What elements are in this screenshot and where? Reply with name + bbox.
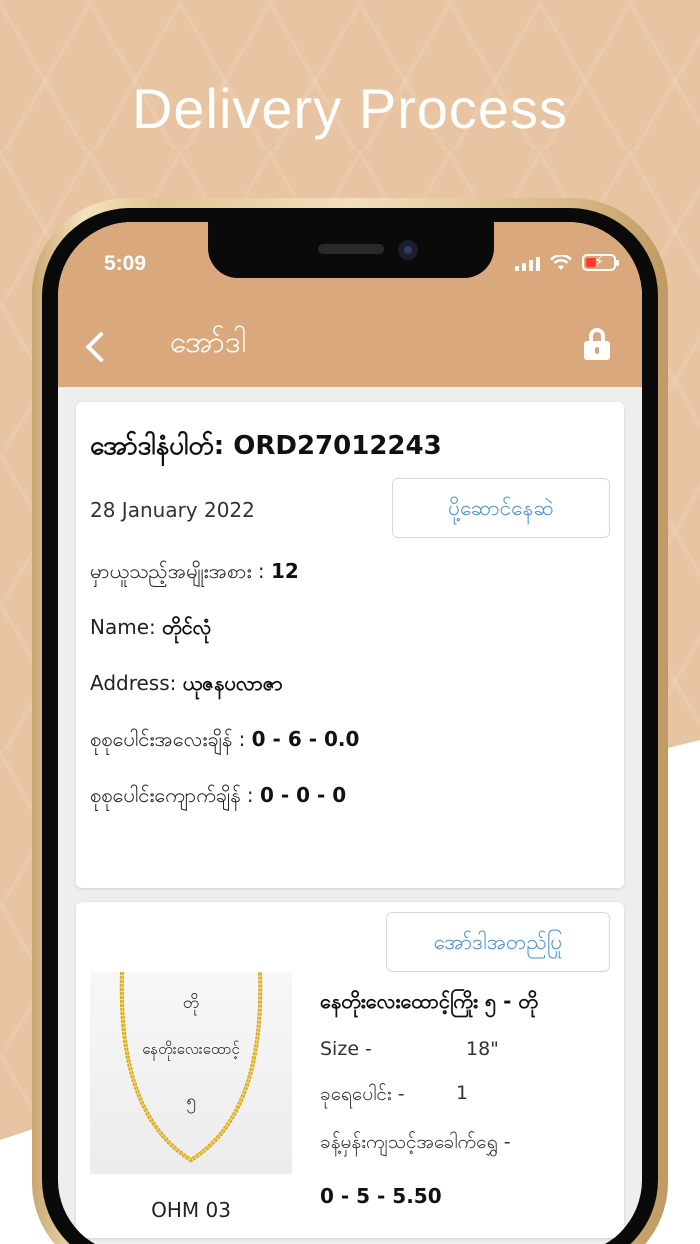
back-button[interactable] xyxy=(82,328,110,368)
item-count-value: 12 xyxy=(271,559,299,583)
total-weight-label: စုစုပေါင်းအလေးချိန် : xyxy=(90,727,246,751)
status-icons: ⚡ xyxy=(515,254,619,271)
order-summary-card[interactable]: အော်ဒါနံပါတ်: ORD27012243 28 January 202… xyxy=(76,402,624,888)
item-count-row: မှာယူသည့်အမျိုးအစား : 12 xyxy=(90,558,299,588)
image-caption-2: နေတိုးလေးထောင့် xyxy=(142,1040,240,1058)
phone-frame: 5:09 ⚡ အော်ဒါ အော်ဒါနံပါတ်: ORD27012243 … xyxy=(32,198,668,1244)
app-screen: 5:09 ⚡ အော်ဒါ အော်ဒါနံပါတ်: ORD27012243 … xyxy=(58,222,642,1244)
name-label: Name: xyxy=(90,615,156,639)
battery-icon: ⚡ xyxy=(582,254,619,271)
customer-name-row: Name: တိုင်လုံ xyxy=(90,614,211,644)
address-row: Address: ယုဇနပလာဇာ xyxy=(90,670,283,700)
total-weight-value: 0 - 6 - 0.0 xyxy=(251,727,360,751)
item-count-label: မှာယူသည့်အမျိုးအစား : xyxy=(90,559,265,583)
phone-bezel: 5:09 ⚡ အော်ဒါ အော်ဒါနံပါတ်: ORD27012243 … xyxy=(42,208,658,1244)
signal-icon xyxy=(515,255,540,271)
page-title: အော်ဒါ xyxy=(170,325,246,360)
status-time: 5:09 xyxy=(104,252,147,275)
page-headline: Delivery Process xyxy=(131,77,569,140)
size-value: 18" xyxy=(466,1038,499,1060)
order-number: အော်ဒါနံပါတ်: ORD27012243 xyxy=(90,431,442,461)
estimated-gold-value: 0 - 5 - 5.50 xyxy=(320,1184,442,1208)
address-label: Address: xyxy=(90,671,177,695)
total-weight-row: စုစုပေါင်းအလေးချိန် : 0 - 6 - 0.0 xyxy=(90,726,359,756)
total-stone-value: 0 - 0 - 0 xyxy=(260,783,347,807)
image-caption-3: ၅ xyxy=(186,1091,196,1111)
total-stone-row: စုစုပေါင်းကျောက်ချိန် : 0 - 0 - 0 xyxy=(90,782,346,812)
delivery-status-button[interactable]: ပို့ဆောင်နေဆဲ xyxy=(392,478,610,538)
phone-notch xyxy=(208,222,494,278)
quantity-value: 1 xyxy=(456,1082,469,1104)
product-card[interactable]: အော်ဒါအတည်ပြု တို နေတိုးလေးထောင့် ၅ OHM … xyxy=(76,902,624,1238)
name-value: တိုင်လုံ xyxy=(162,615,212,639)
confirm-order-button[interactable]: အော်ဒါအတည်ပြု xyxy=(386,912,610,972)
speaker-grille xyxy=(318,244,384,254)
wifi-icon xyxy=(550,254,572,270)
address-value: ယုဇနပလာဇာ xyxy=(182,671,283,695)
quantity-label: ခုရေပေါင်း - xyxy=(320,1083,405,1105)
product-name: နေတိုးလေးထောင့်ကြိုး ၅ - တို xyxy=(320,989,538,1013)
image-caption-1: တို xyxy=(182,993,200,1013)
front-camera xyxy=(398,240,418,260)
lock-icon[interactable] xyxy=(584,328,610,360)
estimated-gold-label: ခန့်မှန်းကျသင့်အခေါက်ရွှေ - xyxy=(320,1131,511,1153)
size-label: Size - xyxy=(320,1038,372,1060)
product-image[interactable]: တို နေတိုးလေးထောင့် ၅ xyxy=(90,972,292,1174)
total-stone-label: စုစုပေါင်းကျောက်ချိန် : xyxy=(90,783,254,807)
product-code: OHM 03 xyxy=(151,1198,231,1222)
order-date: 28 January 2022 xyxy=(90,498,255,522)
